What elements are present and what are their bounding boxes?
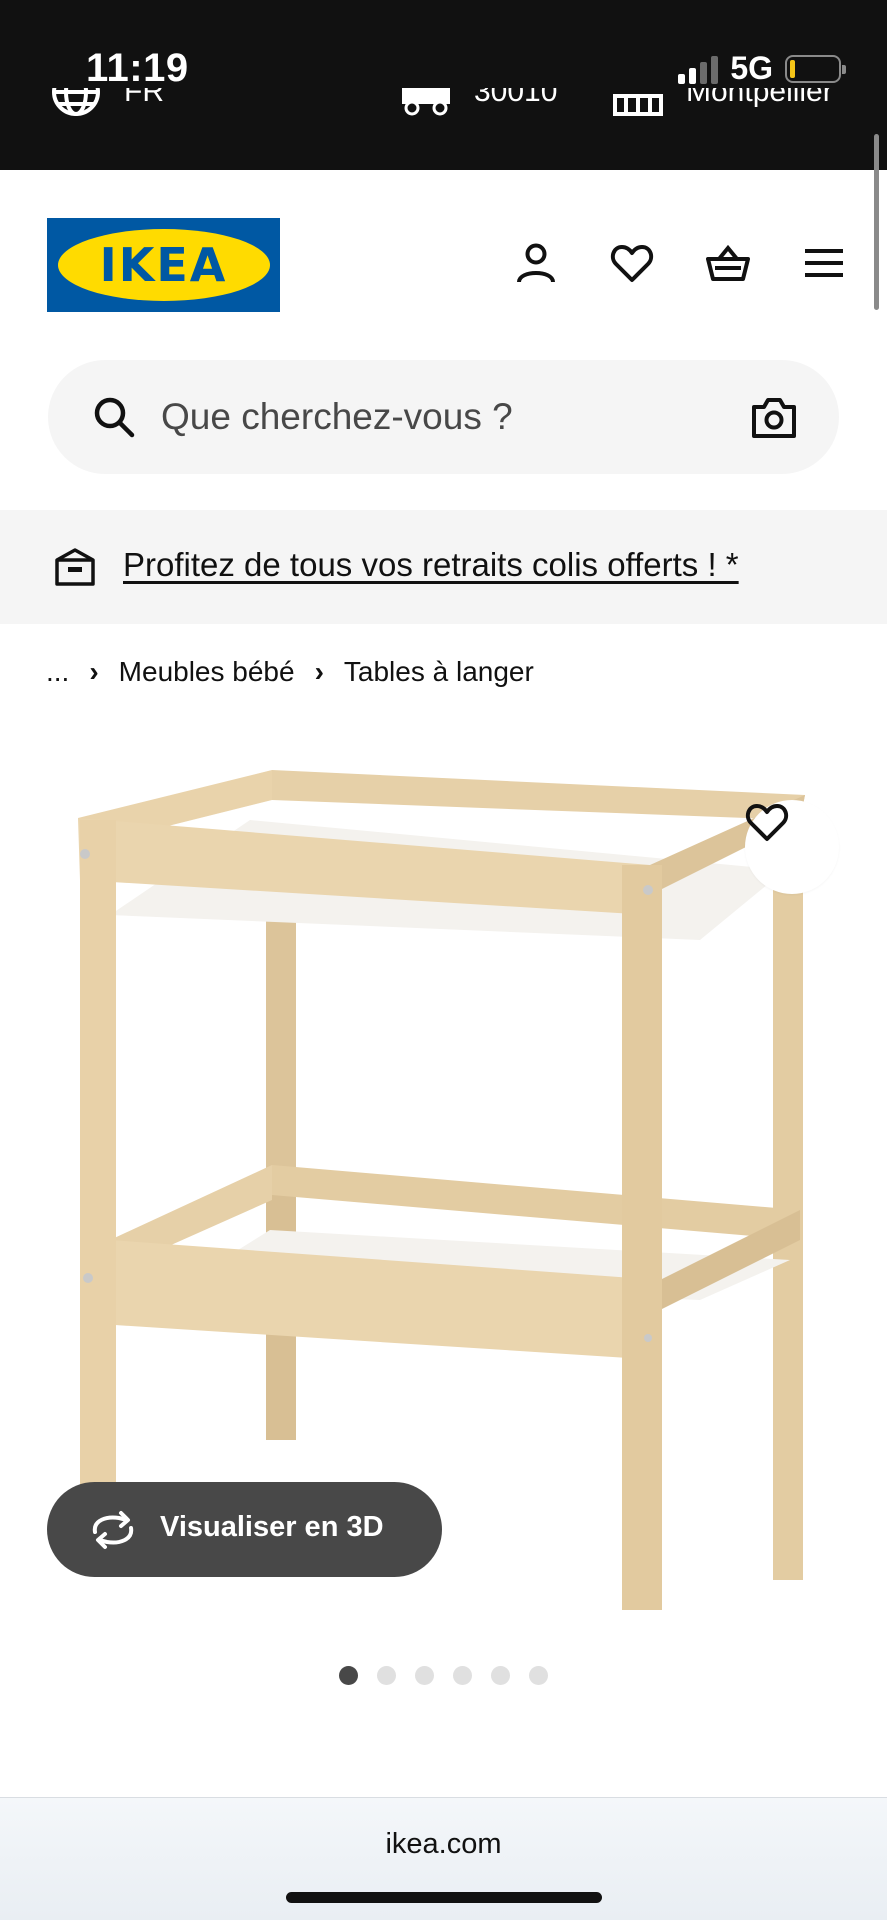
store-selector[interactable]: Montpellier bbox=[612, 88, 833, 118]
menu-icon bbox=[805, 249, 843, 277]
site-header: IKEA bbox=[0, 170, 887, 330]
header-actions bbox=[513, 240, 847, 286]
home-indicator[interactable] bbox=[286, 1892, 602, 1903]
browser-address-bar[interactable]: ikea.com bbox=[0, 1797, 887, 1920]
carousel-dots bbox=[339, 1666, 548, 1685]
view-3d-button[interactable]: Visualiser en 3D bbox=[47, 1482, 442, 1577]
account-button[interactable] bbox=[513, 240, 559, 286]
language-label: FR bbox=[124, 88, 164, 108]
carousel-dot[interactable] bbox=[377, 1666, 396, 1685]
battery-level bbox=[790, 59, 795, 78]
promo-banner: Profitez de tous vos retraits colis offe… bbox=[0, 510, 887, 624]
breadcrumb-item-changing-tables[interactable]: Tables à langer bbox=[344, 656, 534, 688]
battery-icon bbox=[785, 54, 846, 83]
ikea-logo[interactable]: IKEA bbox=[47, 218, 280, 312]
status-bar: 11:19 5G bbox=[0, 0, 887, 170]
search-bar[interactable]: Que cherchez-vous ? bbox=[48, 360, 839, 474]
wishlist-button[interactable] bbox=[609, 240, 655, 286]
carousel-dot[interactable] bbox=[529, 1666, 548, 1685]
heart-icon bbox=[745, 804, 789, 841]
view-3d-label: Visualiser en 3D bbox=[160, 1511, 384, 1543]
heart-icon bbox=[610, 245, 654, 282]
status-indicators: 5G bbox=[678, 50, 846, 87]
breadcrumb-item-baby-furniture[interactable]: Meubles bébé bbox=[119, 656, 295, 688]
camera-icon[interactable] bbox=[751, 395, 797, 441]
globe-icon bbox=[52, 88, 100, 116]
page-scrollbar[interactable] bbox=[874, 134, 879, 310]
url-label[interactable]: ikea.com bbox=[0, 1828, 887, 1861]
cart-button[interactable] bbox=[705, 240, 751, 286]
user-icon bbox=[517, 243, 555, 283]
signal-icon bbox=[678, 54, 719, 84]
breadcrumb: ... › Meubles bébé › Tables à langer bbox=[46, 656, 534, 688]
rotate-3d-icon bbox=[92, 1511, 134, 1549]
postcode-selector[interactable]: 30010 bbox=[400, 88, 557, 118]
logo-oval: IKEA bbox=[57, 229, 270, 301]
add-to-wishlist-button[interactable] bbox=[745, 800, 839, 894]
logo-text: IKEA bbox=[99, 238, 228, 292]
carousel-dot[interactable] bbox=[415, 1666, 434, 1685]
store-icon bbox=[613, 94, 663, 116]
truck-icon bbox=[402, 88, 450, 116]
search-icon bbox=[94, 397, 135, 438]
chevron-right-icon: › bbox=[89, 656, 99, 687]
location-strip: FR 30010 Montpellier bbox=[0, 88, 887, 136]
postcode-label: 30010 bbox=[474, 88, 558, 108]
breadcrumb-ellipsis[interactable]: ... bbox=[46, 656, 69, 688]
language-selector[interactable]: FR bbox=[50, 88, 164, 118]
search-input[interactable]: Que cherchez-vous ? bbox=[161, 396, 513, 438]
carousel-dot[interactable] bbox=[491, 1666, 510, 1685]
parcel-box-icon bbox=[55, 548, 95, 586]
store-label: Montpellier bbox=[686, 88, 833, 108]
menu-button[interactable] bbox=[801, 240, 847, 286]
basket-icon bbox=[706, 244, 750, 281]
status-time: 11:19 bbox=[86, 46, 189, 90]
promo-link[interactable]: Profitez de tous vos retraits colis offe… bbox=[123, 546, 739, 584]
chevron-right-icon: › bbox=[314, 656, 324, 687]
network-label: 5G bbox=[730, 50, 773, 86]
carousel-dot[interactable] bbox=[453, 1666, 472, 1685]
carousel-dot[interactable] bbox=[339, 1666, 358, 1685]
